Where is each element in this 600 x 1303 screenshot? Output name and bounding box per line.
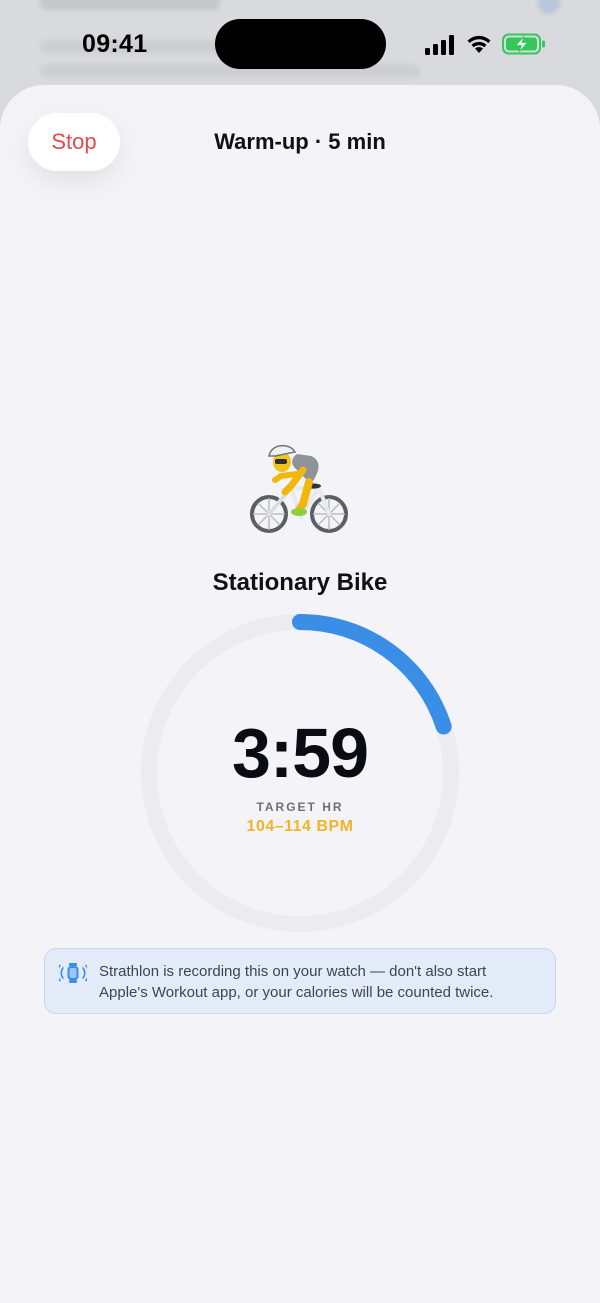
status-time: 09:41 [82, 30, 148, 58]
watch-icon [59, 963, 87, 983]
page-title: Warm-up · 5 min [214, 129, 386, 154]
notice-text-line: Apple's Workout app, or your calories wi… [99, 984, 494, 1001]
workout-sheet: Stop Warm-up · 5 min Stationary Bike 3:5… [0, 85, 600, 1303]
notice-text: Strathlon is recording this on your watc… [99, 961, 549, 1003]
wifi-icon [467, 35, 491, 53]
watch-recording-notice: Strathlon is recording this on your watc… [44, 948, 556, 1014]
notice-text-line: Strathlon is recording this on your watc… [99, 963, 487, 980]
cellular-signal-icon [425, 35, 454, 55]
person-biking-icon [250, 444, 348, 533]
status-bar: 09:41 [0, 0, 600, 86]
battery-charging-icon [502, 33, 545, 55]
workout-name: Stationary Bike [212, 569, 388, 596]
dynamic-island [215, 19, 386, 69]
target-hr-label: TARGET HR [256, 800, 344, 814]
target-hr-value: 104–114 BPM [246, 818, 354, 835]
countdown-timer: 3:59 [231, 714, 369, 792]
